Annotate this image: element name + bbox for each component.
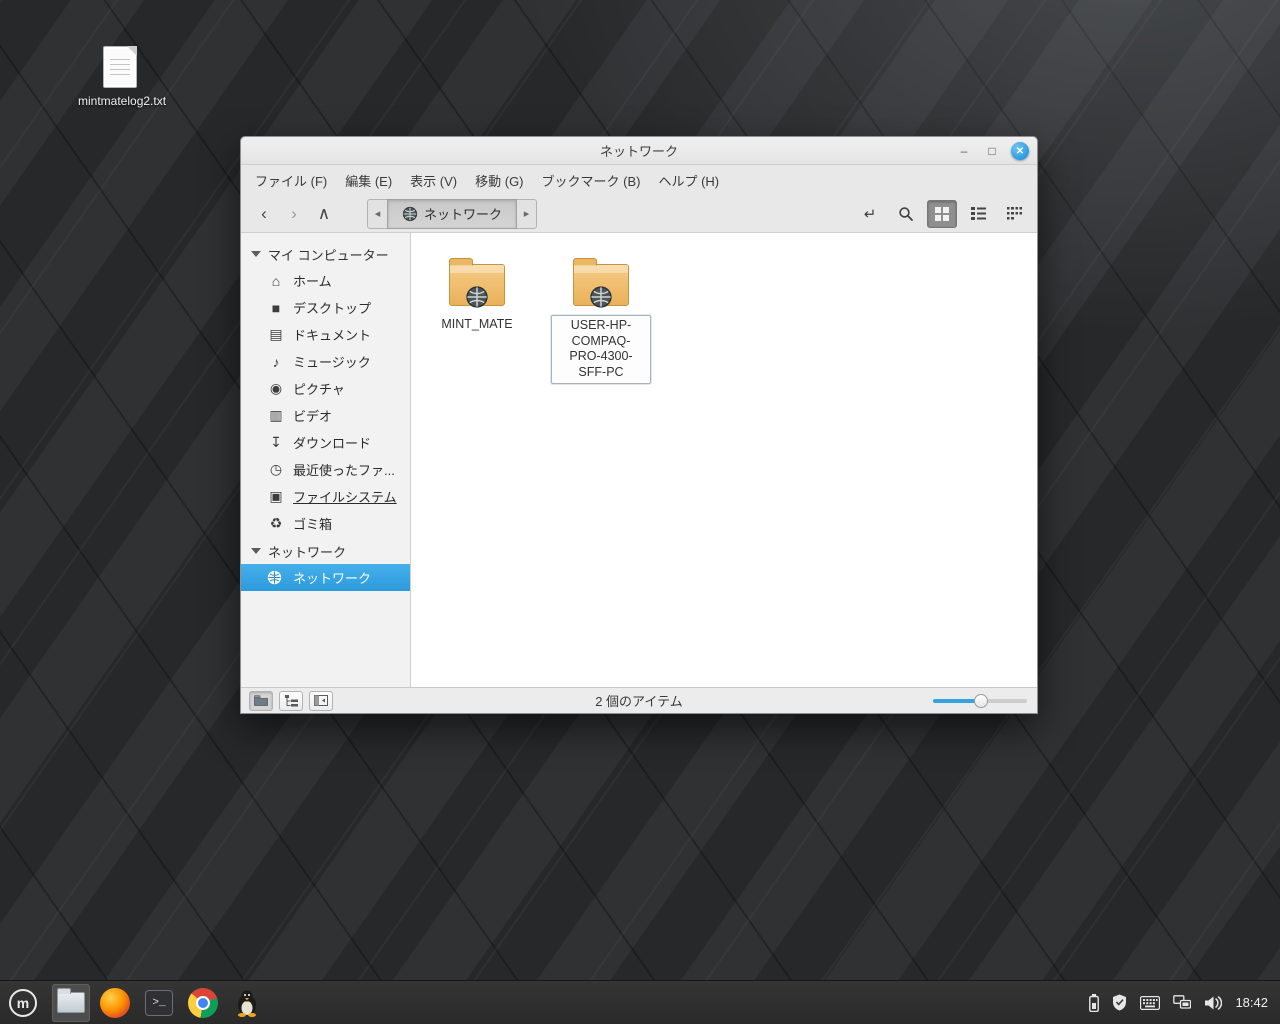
search-icon[interactable] — [891, 200, 921, 228]
firefox-launcher[interactable] — [96, 984, 134, 1022]
pictures-icon: ◉ — [267, 380, 285, 397]
document-icon: ▤ — [267, 326, 285, 343]
back-button[interactable]: ‹ — [249, 200, 279, 228]
sidebar-item-home[interactable]: ⌂ ホーム — [241, 267, 410, 294]
tux-launcher[interactable] — [228, 984, 266, 1022]
zoom-slider-track — [933, 699, 1027, 703]
globe-icon — [402, 206, 418, 222]
path-scroll-right-button[interactable]: ▸ — [517, 199, 537, 229]
sidebar-item-videos[interactable]: ▥ ビデオ — [241, 402, 410, 429]
text-file-icon — [103, 46, 137, 88]
taskbar: m >_ — [0, 980, 1280, 1024]
terminal-launcher[interactable]: >_ — [140, 984, 178, 1022]
music-icon: ♪ — [267, 354, 285, 370]
forward-button[interactable]: › — [279, 200, 309, 228]
desktop-file-label: mintmatelog2.txt — [78, 94, 162, 108]
mint-logo-icon: m — [9, 989, 37, 1017]
clock[interactable]: 18:42 — [1235, 995, 1268, 1010]
path-button-label: ネットワーク — [424, 204, 502, 223]
chrome-launcher[interactable] — [184, 984, 222, 1022]
menu-file[interactable]: ファイル (F) — [247, 167, 335, 194]
path-bar: ◂ ネットワーク ▸ — [367, 199, 537, 229]
taskbar-launchers: >_ — [52, 984, 266, 1022]
home-icon: ⌂ — [267, 273, 285, 289]
menu-help[interactable]: ヘルプ (H) — [650, 167, 727, 194]
download-icon: ↧ — [267, 434, 285, 451]
titlebar[interactable]: ネットワーク – □ ✕ — [241, 137, 1037, 165]
window-title: ネットワーク — [600, 141, 678, 160]
minimize-button[interactable]: – — [955, 142, 973, 160]
globe-emblem-icon — [465, 285, 489, 309]
close-button[interactable]: ✕ — [1011, 142, 1029, 160]
menu-edit[interactable]: 編集 (E) — [337, 167, 400, 194]
filesystem-icon: ▣ — [267, 488, 285, 505]
file-name: USER-HP-COMPAQ-PRO-4300-SFF-PC — [551, 315, 651, 384]
file-manager-window: ネットワーク – □ ✕ ファイル (F) 編集 (E) 表示 (V) 移動 (… — [240, 136, 1038, 714]
file-area[interactable]: MINT_MATE USER-HP-COMPAQ-PRO-4300-SFF-PC — [411, 233, 1037, 687]
toolbar: ‹ › ∧ ◂ ネットワーク ▸ ↵ — [241, 195, 1037, 233]
volume-icon[interactable] — [1204, 995, 1222, 1011]
system-tray: 18:42 — [1089, 994, 1280, 1012]
item-count-text: 2 個のアイテム — [241, 691, 1037, 710]
zoom-slider[interactable] — [933, 688, 1027, 714]
sidebar-item-desktop[interactable]: ■ デスクトップ — [241, 294, 410, 321]
desktop-background: mintmatelog2.txt ネットワーク – □ ✕ ファイル (F) 編… — [0, 0, 1280, 1024]
sidebar-section-network[interactable]: ネットワーク — [241, 538, 410, 564]
shield-icon[interactable] — [1112, 994, 1127, 1011]
expander-triangle-icon — [251, 548, 261, 554]
video-icon: ▥ — [267, 407, 285, 424]
file-tile-mint-mate[interactable]: MINT_MATE — [421, 255, 533, 335]
battery-icon[interactable] — [1089, 994, 1099, 1012]
desktop-file-mintmatelog2[interactable]: mintmatelog2.txt — [78, 46, 162, 108]
sidebar-item-pictures[interactable]: ◉ ピクチャ — [241, 375, 410, 402]
recent-icon: ◷ — [267, 461, 285, 478]
sidebar-item-music[interactable]: ♪ ミュージック — [241, 348, 410, 375]
toolbar-right: ↵ — [855, 200, 1029, 228]
zoom-slider-thumb[interactable] — [974, 694, 988, 708]
window-controls: – □ ✕ — [955, 137, 1029, 165]
sidebar-item-documents[interactable]: ▤ ドキュメント — [241, 321, 410, 348]
path-scroll-left-button[interactable]: ◂ — [367, 199, 387, 229]
list-view-button[interactable] — [963, 200, 993, 228]
sidebar-item-network[interactable]: ネットワーク — [241, 564, 410, 591]
jump-to-location-icon[interactable]: ↵ — [855, 200, 885, 228]
firefox-icon — [100, 988, 130, 1018]
sidebar: マイ コンピューター ⌂ ホーム ■ デスクトップ ▤ ドキュメント ♪ ミュー… — [241, 233, 411, 687]
folder-icon — [57, 992, 85, 1013]
network-globe-icon — [267, 570, 285, 585]
mint-menu-button[interactable]: m — [0, 981, 46, 1025]
sidebar-section-computer[interactable]: マイ コンピューター — [241, 241, 410, 267]
sidebar-item-filesystem[interactable]: ▣ ファイルシステム — [241, 483, 410, 510]
menu-go[interactable]: 移動 (G) — [467, 167, 531, 194]
file-tile-user-hp-pc[interactable]: USER-HP-COMPAQ-PRO-4300-SFF-PC — [545, 255, 657, 384]
penguin-icon — [235, 989, 259, 1017]
trash-icon: ♻ — [267, 515, 285, 532]
menubar: ファイル (F) 編集 (E) 表示 (V) 移動 (G) ブックマーク (B)… — [241, 165, 1037, 195]
terminal-icon: >_ — [145, 990, 173, 1016]
expander-triangle-icon — [251, 251, 261, 257]
chrome-icon — [188, 988, 218, 1018]
network-folder-icon — [449, 264, 505, 306]
file-name: MINT_MATE — [436, 315, 517, 335]
icon-view-button[interactable] — [927, 200, 957, 228]
compact-view-button[interactable] — [999, 200, 1029, 228]
path-button-network[interactable]: ネットワーク — [387, 199, 517, 229]
statusbar: 2 個のアイテム — [241, 687, 1037, 713]
sidebar-item-trash[interactable]: ♻ ゴミ箱 — [241, 510, 410, 537]
sidebar-item-recent[interactable]: ◷ 最近使ったファ... — [241, 456, 410, 483]
network-icon[interactable] — [1173, 995, 1191, 1010]
keyboard-icon[interactable] — [1140, 996, 1160, 1010]
sidebar-item-downloads[interactable]: ↧ ダウンロード — [241, 429, 410, 456]
desktop-icon: ■ — [267, 300, 285, 316]
window-body: マイ コンピューター ⌂ ホーム ■ デスクトップ ▤ ドキュメント ♪ ミュー… — [241, 233, 1037, 687]
file-manager-launcher[interactable] — [52, 984, 90, 1022]
globe-emblem-icon — [589, 285, 613, 309]
menu-view[interactable]: 表示 (V) — [402, 167, 465, 194]
network-folder-icon — [573, 264, 629, 306]
up-button[interactable]: ∧ — [309, 200, 339, 228]
maximize-button[interactable]: □ — [983, 142, 1001, 160]
menu-bookmarks[interactable]: ブックマーク (B) — [534, 167, 649, 194]
